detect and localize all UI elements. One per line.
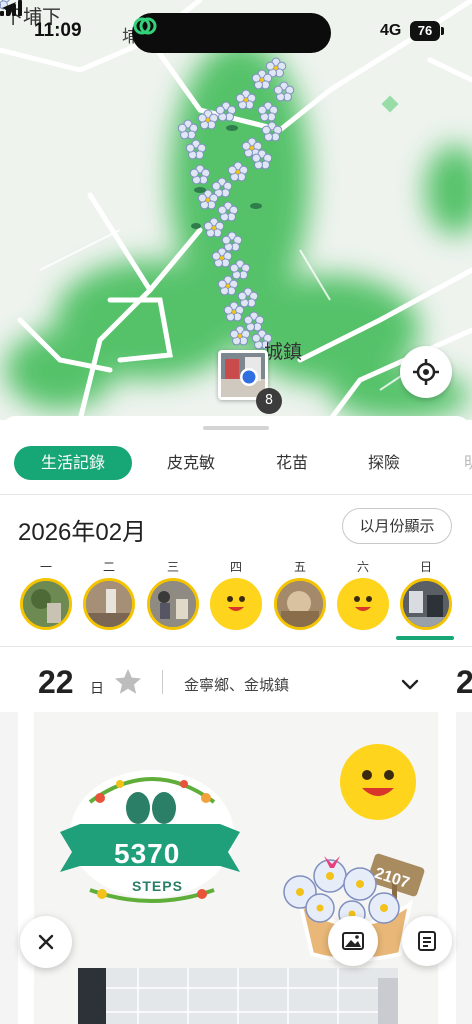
next-entry-day-partial: 2 [456,664,472,700]
photo-thumbnail [277,581,323,627]
header-separator [162,670,163,694]
photo-thumbnail [150,581,196,627]
day-thumb-tue[interactable] [83,578,135,630]
day-thumb-wed[interactable] [147,578,199,630]
weekday-label-thu: 四 [229,560,242,574]
next-card-edge[interactable] [456,712,472,1024]
entry-photo-preview[interactable] [78,968,398,1024]
tab-expedition[interactable]: 探險 [352,446,416,480]
steps-count: 5370 [114,838,181,869]
weekday-label-wed: 三 [166,560,179,574]
day-thumb-fri[interactable] [274,578,326,630]
image-icon [342,932,364,950]
weekday-label-tue: 二 [102,560,115,574]
month-title: 2026年02月 [18,519,147,546]
category-tabs: 生活記錄 皮克敏 花苗 探險 明 [0,446,472,482]
sheet-drag-handle[interactable] [203,426,269,430]
dynamic-island [132,13,331,53]
previous-card-edge[interactable] [0,712,18,1024]
photo-thumbnail [23,581,69,627]
selected-day-indicator [396,636,454,640]
tabs-divider [0,494,472,495]
photo-thumbnail [78,968,398,1024]
entry-location: 金寧鄉、金城鎮 [184,676,290,694]
note-icon [418,931,436,951]
map-town-label: 城鎮 [264,341,303,363]
day-thumb-sat[interactable] [337,578,389,630]
star-icon[interactable] [112,666,144,698]
add-photo-button[interactable] [328,916,378,966]
entry-day-number: 22 [38,664,74,700]
daily-sticker-card[interactable]: 5370 STEPS 2107 [34,712,438,1024]
smiley-icon [227,596,245,611]
day-thumb-thu[interactable] [210,578,262,630]
smiley-sticker [340,744,416,820]
cellular-signal-icon [0,0,22,16]
tab-life-log[interactable]: 生活記錄 [14,446,132,480]
locate-me-button[interactable] [400,346,452,398]
photo-thumbnail [403,581,449,627]
crosshair-icon [413,359,439,385]
smiley-icon [354,596,372,611]
week-divider [0,646,472,647]
map-view[interactable]: 下埔下 城鎮 11:09 埔 4G 76 8 [0,0,472,420]
chevron-down-icon[interactable] [398,672,422,696]
battery-indicator: 76 [410,21,440,41]
month-view-button[interactable]: 以月份顯示 [342,508,452,544]
photo-count-badge: 8 [256,388,282,414]
weekday-label-sun: 日 [419,560,432,574]
note-button[interactable] [402,916,452,966]
tab-seedlings[interactable]: 花苗 [260,446,324,480]
entry-day-unit: 日 [90,681,104,697]
weekday-label-mon: 一 [39,560,52,574]
photo-thumbnail [86,581,132,627]
day-thumb-sun[interactable] [400,578,452,630]
battery-tip [441,27,444,35]
close-button[interactable] [20,916,72,968]
tab-pikmin[interactable]: 皮克敏 [150,446,232,480]
status-time: 11:09 [34,20,82,41]
weekday-label-fri: 五 [293,560,306,574]
network-type: 4G [380,22,402,39]
weekday-label-sat: 六 [356,560,369,574]
day-thumb-mon[interactable] [20,578,72,630]
tab-partial[interactable]: 明 [452,446,472,480]
bottom-sheet: 生活記錄 皮克敏 花苗 探險 明 2026年02月 以月份顯示 一 二 三 四 … [0,416,472,1024]
app-screen: 下埔下 城鎮 11:09 埔 4G 76 8 生活記錄 皮克敏 花苗 探險 明 … [0,0,472,1024]
photo-thumbnail [221,353,265,397]
activity-app-icon [133,17,157,35]
steps-label: STEPS [132,878,183,894]
close-icon [38,934,54,950]
